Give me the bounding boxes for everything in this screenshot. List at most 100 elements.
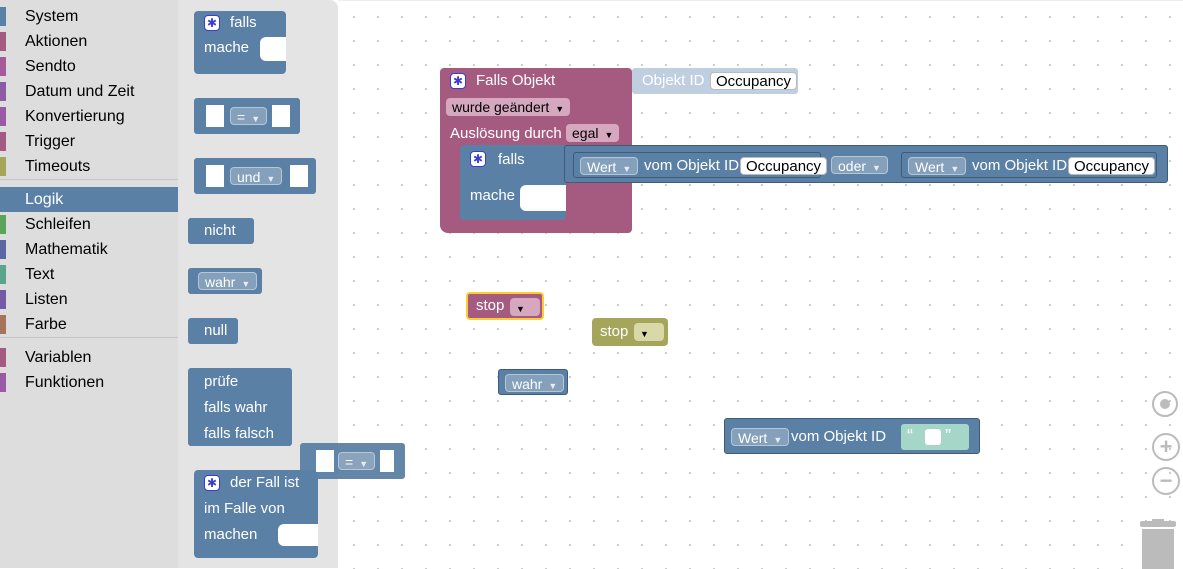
flyout-if-block[interactable]: ✱ falls mache xyxy=(194,11,286,74)
category-label: Timeouts xyxy=(25,158,91,175)
text-block[interactable]: “ ” xyxy=(901,424,969,450)
input-slot-right xyxy=(272,105,290,127)
flyout-null-block[interactable]: null xyxy=(188,318,238,344)
left-value-block[interactable]: Wert ▼ vom Objekt ID Occupancy xyxy=(573,152,828,178)
bool-dropdown[interactable]: wahr ▼ xyxy=(198,272,258,290)
toolbox-category-aktionen[interactable]: Aktionen xyxy=(0,29,178,54)
stop-timeout-block[interactable]: stop ▼ xyxy=(592,318,668,346)
toolbox-category-mathematik[interactable]: Mathematik xyxy=(0,237,178,262)
compare-operator-dropdown[interactable]: = ▼ xyxy=(338,452,376,470)
flyout-bool-block[interactable]: wahr ▼ xyxy=(188,268,262,294)
if-true-label: falls wahr xyxy=(204,399,268,416)
or-expression-block[interactable]: Wert ▼ vom Objekt ID Occupancy oder ▼ Wert… xyxy=(564,145,1168,183)
object-id-value[interactable]: Occupancy xyxy=(740,157,828,175)
input-slot-right xyxy=(290,165,308,187)
toolbox: System Aktionen Sendto Datum und Zeit Konver… xyxy=(0,0,178,568)
flyout-switch-block[interactable]: ✱ der Fall ist im Falle von machen xyxy=(194,470,318,558)
trigger-dropdown[interactable]: wurde geändert ▼ xyxy=(446,98,571,116)
trigger-source-dropdown[interactable]: egal ▼ xyxy=(566,124,620,142)
flyout-ternary-block[interactable]: prüfe falls wahr falls falsch xyxy=(188,368,292,446)
object-id-value[interactable]: Occupancy xyxy=(1068,157,1156,175)
toolbox-separator xyxy=(0,337,178,338)
gear-icon[interactable]: ✱ xyxy=(204,475,220,491)
quote-close: ” xyxy=(945,426,951,446)
stop-label: stop xyxy=(600,323,629,340)
if-label: falls xyxy=(230,14,257,31)
toolbox-category-timeouts[interactable]: Timeouts xyxy=(0,154,178,179)
toolbox-category-farbe[interactable]: Farbe xyxy=(0,312,178,337)
stop-dropdown[interactable]: ▼ xyxy=(510,298,540,316)
input-slot-left xyxy=(206,165,224,187)
value-dropdown[interactable]: Wert ▼ xyxy=(580,157,639,175)
statement-slot xyxy=(278,524,318,546)
workspace[interactable]: ✱ Falls Objekt wurde geändert ▼ Auslösung… xyxy=(300,0,1183,569)
statement-slot xyxy=(520,185,566,211)
statement-slot xyxy=(260,37,286,61)
gear-icon[interactable]: ✱ xyxy=(204,15,220,31)
category-color-bar xyxy=(0,373,6,392)
object-id-value[interactable]: Occupancy xyxy=(710,72,798,90)
stop-label: stop xyxy=(476,297,505,314)
logic-operator-dropdown[interactable]: und ▼ xyxy=(230,167,283,185)
bool-dropdown[interactable]: wahr ▼ xyxy=(505,374,565,392)
category-color-bar xyxy=(0,82,6,101)
toolbox-category-variablen[interactable]: Variablen xyxy=(0,345,178,370)
input-slot-left xyxy=(316,450,334,472)
null-label: null xyxy=(204,322,228,339)
zoom-out-button[interactable]: − xyxy=(1152,467,1180,495)
category-label: Funktionen xyxy=(25,374,105,391)
trash-icon[interactable] xyxy=(1138,519,1178,569)
flyout: ✱ falls mache = ▼ und ▼ nicht wahr ▼ null p… xyxy=(178,0,338,568)
compare-operator-dropdown[interactable]: = ▼ xyxy=(230,107,268,125)
from-object-label: vom Objekt ID xyxy=(972,157,1068,174)
category-color-bar xyxy=(0,107,6,126)
not-label: nicht xyxy=(204,222,236,239)
if-label: falls xyxy=(498,151,525,168)
toolbox-category-logik[interactable]: Logik xyxy=(0,187,178,212)
category-color-bar xyxy=(0,240,6,259)
inner-if-block[interactable]: ✱ falls mache xyxy=(460,145,566,220)
gear-icon[interactable]: ✱ xyxy=(470,151,486,167)
dragged-compare-block[interactable]: = ▼ xyxy=(300,443,405,479)
toolbox-category-schleifen[interactable]: Schleifen xyxy=(0,212,178,237)
toolbox-category-listen[interactable]: Listen xyxy=(0,287,178,312)
category-label: Datum und Zeit xyxy=(25,83,135,100)
toolbox-category-text[interactable]: Text xyxy=(0,262,178,287)
flyout-not-block[interactable]: nicht xyxy=(188,218,254,244)
category-label: Trigger xyxy=(25,133,76,150)
category-color-bar xyxy=(0,290,6,309)
category-label: Farbe xyxy=(25,316,67,333)
flyout-compare-block[interactable]: = ▼ xyxy=(194,98,300,134)
category-label: Variablen xyxy=(25,349,92,366)
zoom-in-button[interactable]: + xyxy=(1152,433,1180,461)
quote-open: “ xyxy=(907,426,913,446)
toolbox-category-sendto[interactable]: Sendto xyxy=(0,54,178,79)
toolbox-category-funktionen[interactable]: Funktionen xyxy=(0,370,178,395)
value-from-object-block[interactable]: Wert ▼ vom Objekt ID “ ” xyxy=(724,418,980,454)
category-label: Sendto xyxy=(25,58,76,75)
right-value-block[interactable]: Wert ▼ vom Objekt ID Occupancy xyxy=(901,152,1157,178)
toolbox-category-konvertierung[interactable]: Konvertierung xyxy=(0,104,178,129)
toolbox-category-datum-und-zeit[interactable]: Datum und Zeit xyxy=(0,79,178,104)
toolbox-category-trigger[interactable]: Trigger xyxy=(0,129,178,154)
input-slot-left xyxy=(206,105,224,127)
category-label: Logik xyxy=(25,191,64,208)
center-target-icon[interactable] xyxy=(1152,391,1178,417)
object-id-block[interactable]: Objekt ID Occupancy xyxy=(632,68,798,94)
toolbox-category-system[interactable]: System xyxy=(0,4,178,29)
value-dropdown[interactable]: Wert ▼ xyxy=(731,428,790,446)
category-color-bar xyxy=(0,265,6,284)
category-label: Mathematik xyxy=(25,241,108,258)
flyout-and-block[interactable]: und ▼ xyxy=(194,158,316,194)
category-label: Konvertierung xyxy=(25,108,125,125)
bool-block[interactable]: wahr ▼ xyxy=(498,369,568,395)
or-operator-dropdown[interactable]: oder ▼ xyxy=(831,156,888,174)
value-dropdown[interactable]: Wert ▼ xyxy=(908,157,967,175)
stop-block-selected[interactable]: stop ▼ xyxy=(466,292,544,320)
gear-icon[interactable]: ✱ xyxy=(450,73,466,89)
trigger-source-label: Auslösung durch xyxy=(450,125,562,142)
stop-dropdown[interactable]: ▼ xyxy=(634,323,664,341)
text-input-field[interactable] xyxy=(925,429,941,445)
object-id-label: Objekt ID xyxy=(642,72,705,89)
check-label: prüfe xyxy=(204,373,239,390)
